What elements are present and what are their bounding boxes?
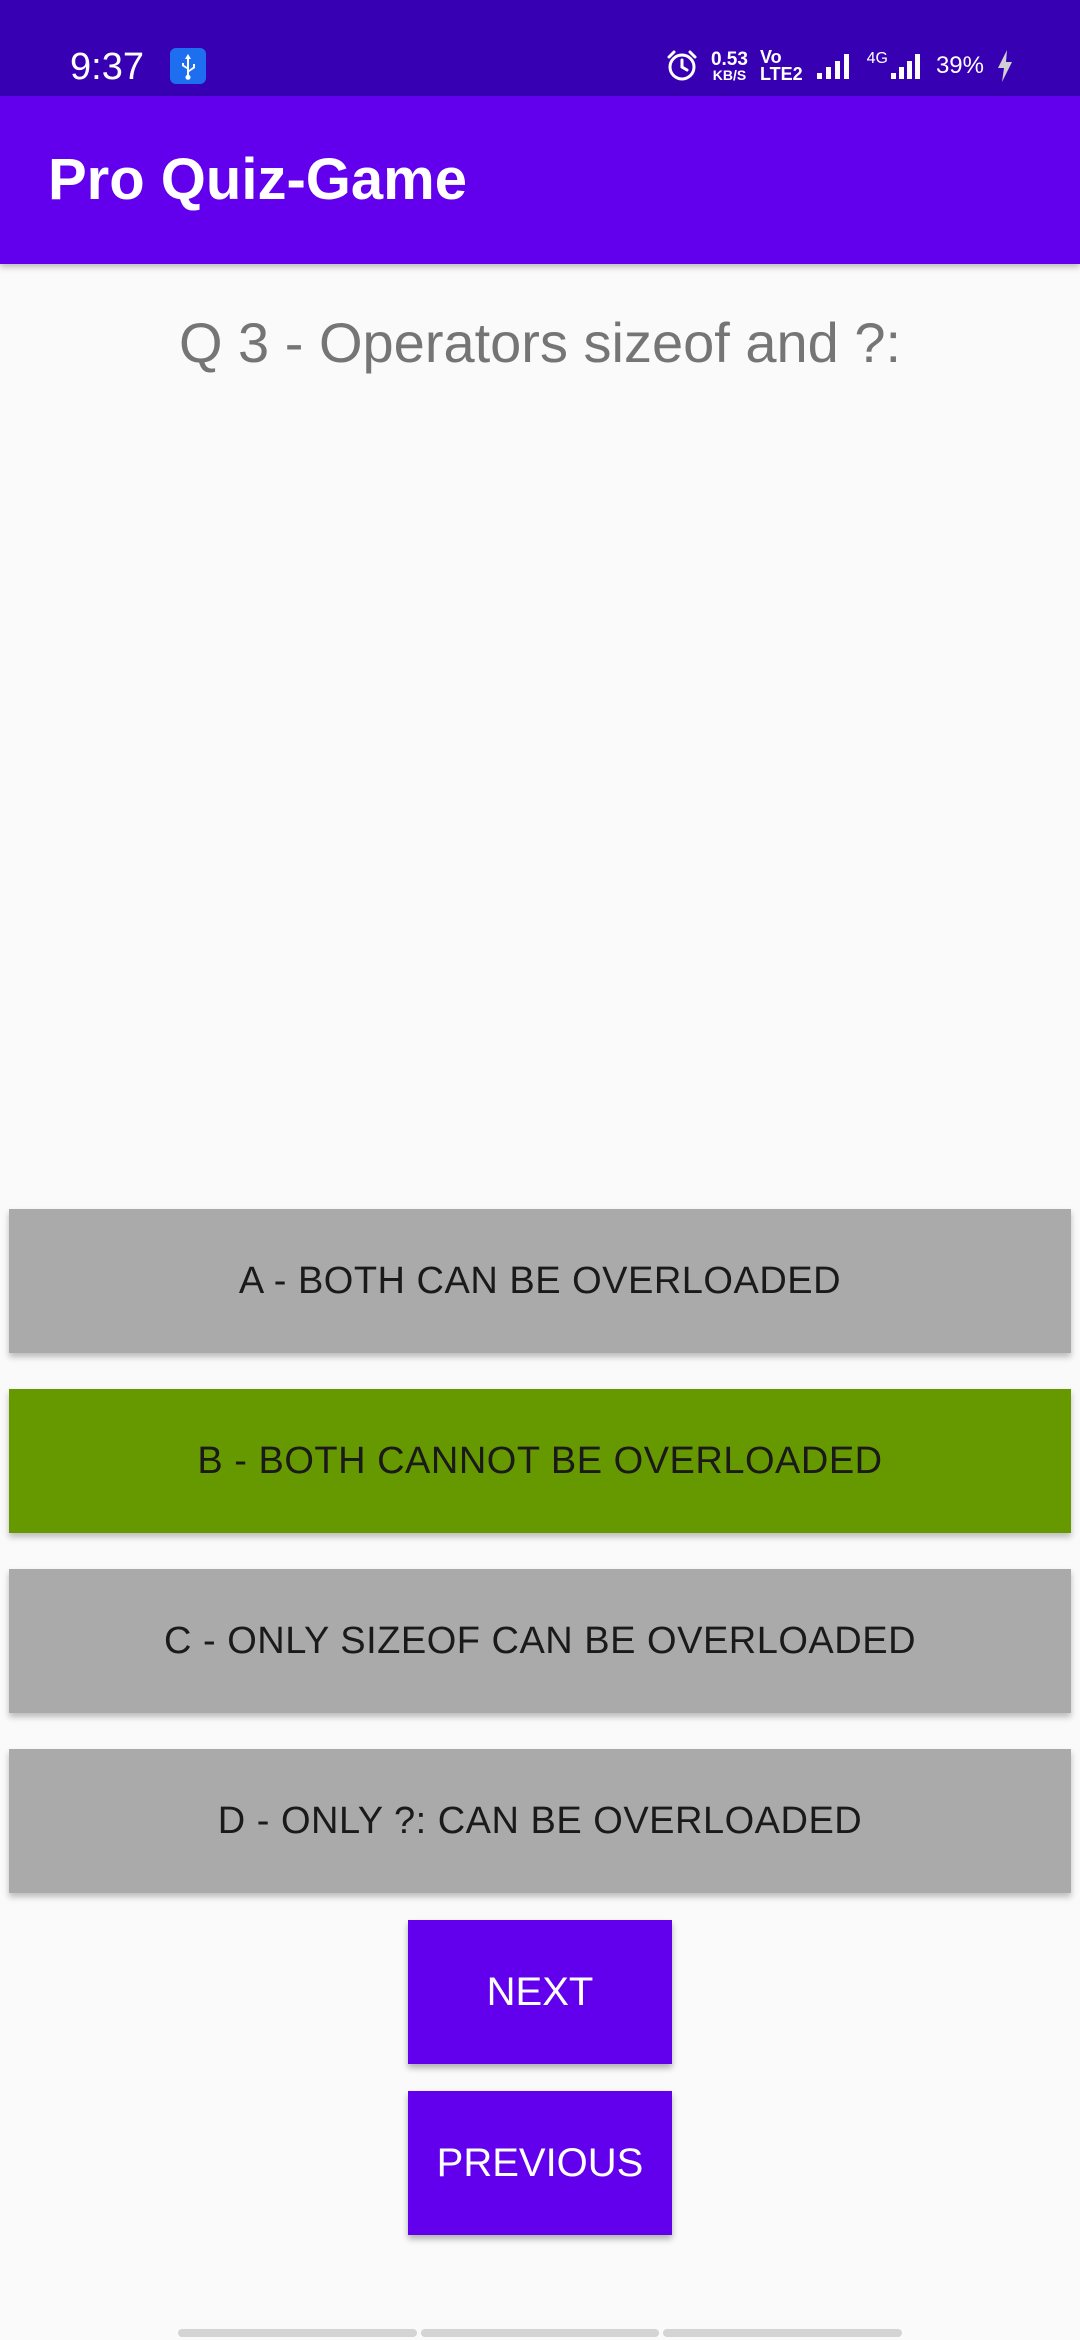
status-bar: 9:37 0.53 KB/S Vo LTE2 4G 39% xyxy=(0,0,1080,96)
app-title: Pro Quiz-Game xyxy=(48,147,467,212)
gesture-bar-segment xyxy=(178,2329,417,2337)
charging-bolt-icon xyxy=(998,50,1012,82)
gesture-bar-segment xyxy=(420,2329,660,2337)
signal-4g-icon: 4G xyxy=(867,51,924,81)
network-speed-unit: KB/S xyxy=(712,66,747,83)
alarm-icon xyxy=(667,50,697,81)
network-type-label: 4G xyxy=(866,50,888,67)
usb-icon xyxy=(170,48,206,84)
gesture-navigation-bar[interactable] xyxy=(178,2329,903,2337)
previous-button[interactable]: PREVIOUS xyxy=(408,2091,672,2235)
network-speed-value: 0.53 xyxy=(710,48,748,70)
battery-percentage: 39% xyxy=(935,52,984,79)
next-button[interactable]: NEXT xyxy=(408,1920,672,2064)
network-speed: 0.53 KB/S xyxy=(710,48,748,83)
status-time: 9:37 xyxy=(70,46,144,88)
gesture-bar-segment xyxy=(663,2329,903,2337)
status-icons: 0.53 KB/S Vo LTE2 4G 39% xyxy=(665,46,1014,86)
volte-bottom: LTE2 xyxy=(759,64,803,84)
option-b-button[interactable]: B - BOTH CANNOT BE OVERLOADED xyxy=(9,1389,1071,1533)
option-d-button[interactable]: D - ONLY ?: CAN BE OVERLOADED xyxy=(9,1749,1071,1893)
volte-indicator: Vo LTE2 xyxy=(759,48,803,84)
option-c-button[interactable]: C - ONLY SIZEOF CAN BE OVERLOADED xyxy=(9,1569,1071,1713)
signal-icon xyxy=(816,54,849,79)
app-bar: Pro Quiz-Game xyxy=(0,96,1080,264)
option-a-button[interactable]: A - BOTH CAN BE OVERLOADED xyxy=(9,1209,1071,1353)
quiz-screen: 9:37 0.53 KB/S Vo LTE2 4G 39% Pro Quiz-G… xyxy=(0,0,1080,2340)
question-text: Q 3 - Operators sizeof and ?: xyxy=(178,311,902,374)
